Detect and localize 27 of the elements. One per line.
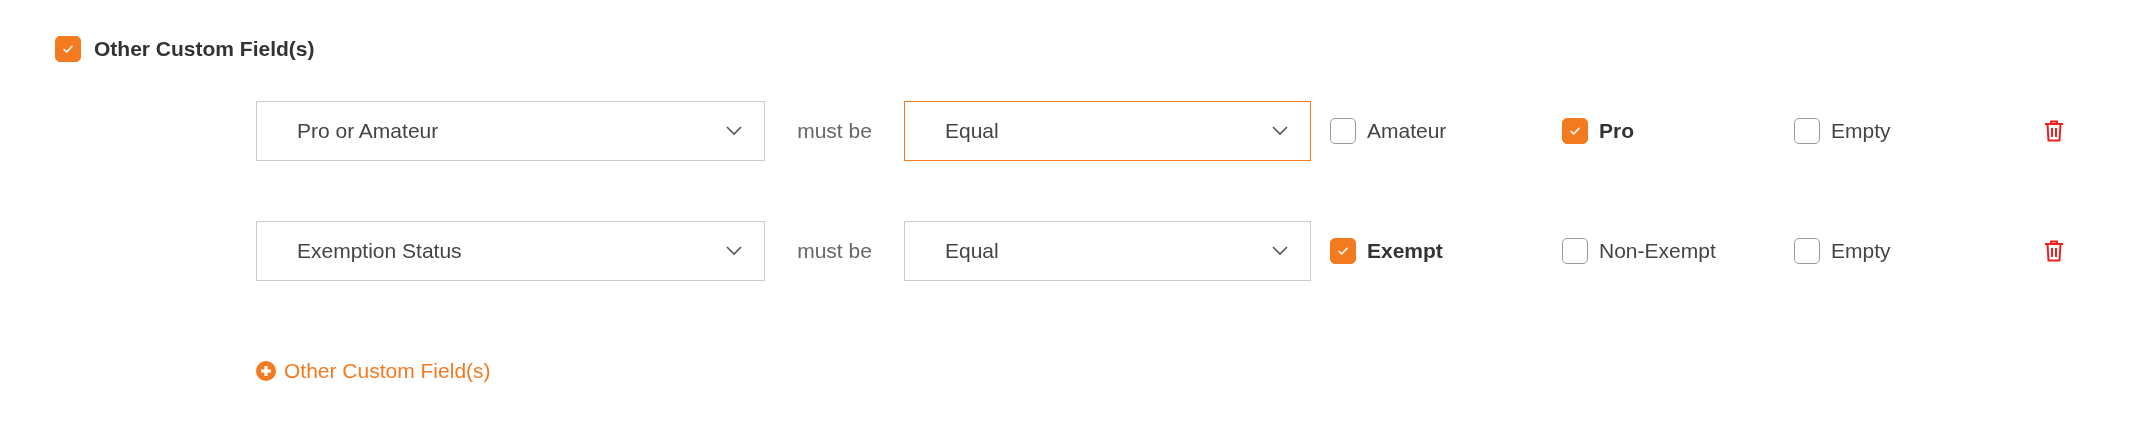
option-checkbox[interactable] xyxy=(1794,238,1820,264)
option-label: Amateur xyxy=(1367,119,1447,143)
option-label: Empty xyxy=(1831,119,1891,143)
chevron-down-icon xyxy=(1272,126,1288,136)
chevron-down-icon xyxy=(726,126,742,136)
option-checkbox[interactable] xyxy=(1330,238,1356,264)
field-select[interactable]: Pro or Amateur xyxy=(256,101,765,161)
trash-icon[interactable] xyxy=(2044,240,2064,262)
operator-select[interactable]: Equal xyxy=(904,221,1311,281)
connector-text: must be xyxy=(796,119,873,143)
chevron-down-icon xyxy=(1272,246,1288,256)
option-checkbox[interactable] xyxy=(1794,118,1820,144)
option-checkbox[interactable] xyxy=(1562,238,1588,264)
option-label: Empty xyxy=(1831,239,1891,263)
chevron-down-icon xyxy=(726,246,742,256)
option-label: Non-Exempt xyxy=(1599,239,1716,263)
section-checkbox[interactable] xyxy=(55,36,81,62)
option-label: Exempt xyxy=(1367,239,1443,263)
option-checkbox[interactable] xyxy=(1330,118,1356,144)
field-select[interactable]: Exemption Status xyxy=(256,221,765,281)
option-label: Pro xyxy=(1599,119,1634,143)
section-label: Other Custom Field(s) xyxy=(94,37,315,61)
connector-text: must be xyxy=(796,239,873,263)
plus-circle-icon xyxy=(256,361,276,381)
trash-icon[interactable] xyxy=(2044,120,2064,142)
option-checkbox[interactable] xyxy=(1562,118,1588,144)
operator-select[interactable]: Equal xyxy=(904,101,1311,161)
